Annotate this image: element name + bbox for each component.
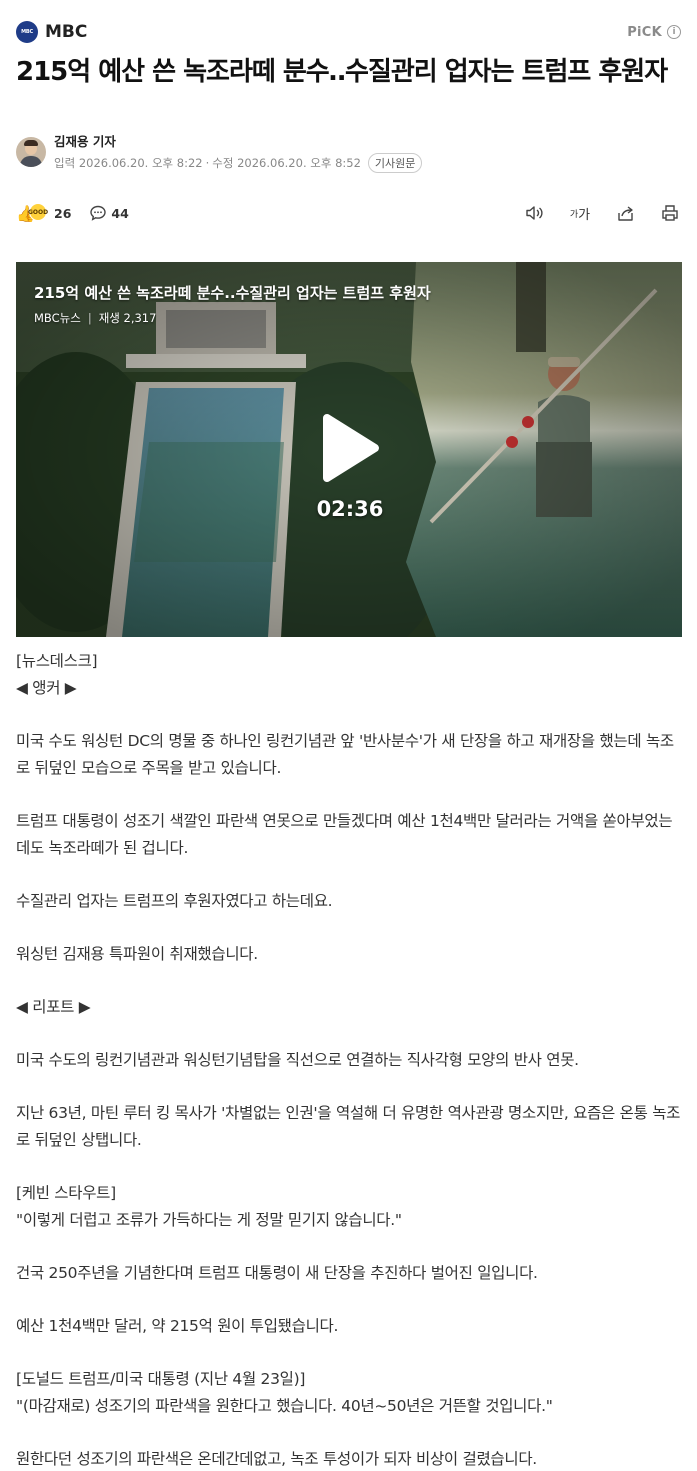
- font-large-label: 가: [578, 207, 591, 223]
- good-badge-icon: GOOD: [28, 203, 48, 221]
- published-date: 입력 2026.06.20. 오후 8:22: [54, 156, 203, 170]
- article-paragraph: 미국 수도 워싱턴 DC의 명물 중 하나인 링컨기념관 앞 '반사분수'가 새…: [16, 732, 674, 777]
- comment-icon: [90, 205, 107, 221]
- article-body: [뉴스데스크] ◀ 앵커 ▶ 미국 수도 워싱턴 DC의 명물 중 하나인 링컨…: [16, 648, 686, 1471]
- article-paragraph: 예산 1천4백만 달러, 약 215억 원이 투입됐습니다.: [16, 1317, 339, 1335]
- reaction-button[interactable]: 👍 GOOD 26: [16, 203, 71, 223]
- article-section-label: [뉴스데스크]: [16, 652, 98, 670]
- interview-label: [케빈 스타우트]: [16, 1184, 116, 1202]
- anchor-marker: ◀ 앵커 ▶: [16, 679, 77, 697]
- reaction-emoji-icon: 👍 GOOD: [16, 203, 48, 223]
- interview-quote: "(마감재로) 성조기의 파란색을 원한다고 했습니다. 40년~50년은 거뜬…: [16, 1397, 553, 1415]
- mbc-logo[interactable]: MBC: [16, 21, 38, 43]
- video-channel: MBC뉴스: [34, 311, 81, 325]
- font-small-label: 가: [569, 209, 579, 220]
- meta-divider: |: [87, 311, 92, 325]
- press-header: MBC MBC PiCK i: [16, 20, 681, 44]
- reporter-name[interactable]: 김재용 기자: [54, 131, 422, 150]
- article-paragraph: 워싱턴 김재용 특파원이 취재했습니다.: [16, 945, 258, 963]
- press-name[interactable]: MBC: [45, 22, 87, 42]
- article-toolbar: 👍 GOOD 26 44 가가: [16, 200, 681, 226]
- info-icon[interactable]: i: [667, 25, 681, 39]
- video-views: 재생 2,317: [98, 311, 157, 325]
- play-icon[interactable]: [319, 412, 381, 484]
- interview-quote: "이렇게 더럽고 조류가 가득하다는 게 정말 믿기지 않습니다.": [16, 1211, 402, 1229]
- comment-button[interactable]: 44: [89, 204, 129, 222]
- article-headline: 215억 예산 쓴 녹조라떼 분수‥수질관리 업자는 트럼프 후원자: [16, 57, 668, 87]
- share-icon[interactable]: [615, 202, 637, 224]
- comment-count: 44: [111, 205, 129, 221]
- reporter-avatar[interactable]: [16, 137, 46, 167]
- video-player[interactable]: 215억 예산 쓴 녹조라떼 분수..수질관리 업자는 트럼프 후원자 MBC뉴…: [16, 262, 682, 637]
- video-duration: 02:36: [316, 497, 384, 521]
- interview-label: [도널드 트럼프/미국 대통령 (지난 4월 23일)]: [16, 1370, 306, 1388]
- article-paragraph: 건국 250주년을 기념한다며 트럼프 대통령이 새 단장을 추진하다 벌어진 …: [16, 1264, 538, 1282]
- article-paragraph: 수질관리 업자는 트럼프의 후원자였다고 하는데요.: [16, 892, 333, 910]
- logo-text: MBC: [21, 29, 33, 35]
- byline: 김재용 기자 입력 2026.06.20. 오후 8:22 · 수정 2026.…: [16, 131, 423, 173]
- pick-badge[interactable]: PiCK i: [627, 25, 681, 40]
- reaction-count: 26: [54, 205, 72, 221]
- pick-label: PiCK: [627, 24, 662, 40]
- original-article-button[interactable]: 기사원문: [367, 153, 423, 173]
- report-marker: ◀ 리포트 ▶: [16, 998, 91, 1016]
- article-paragraph: 트럼프 대통령이 성조기 색깔인 파란색 연못으로 만들겠다며 예산 1천4백만…: [16, 812, 673, 857]
- article-paragraph: 지난 63년, 마틴 루터 킹 목사가 '차별없는 인권'을 역설해 더 유명한…: [16, 1104, 681, 1149]
- font-size-icon[interactable]: 가가: [567, 202, 593, 224]
- modified-date: 수정 2026.06.20. 오후 8:52: [212, 156, 361, 170]
- print-icon[interactable]: [659, 202, 681, 224]
- article-paragraph: 원한다던 성조기의 파란색은 온데간데없고, 녹조 투성이가 되자 비상이 걸렸…: [16, 1450, 537, 1468]
- video-meta: MBC뉴스 | 재생 2,317: [34, 310, 156, 326]
- date-separator: ·: [205, 156, 210, 170]
- article-paragraph: 미국 수도의 링컨기념관과 워싱턴기념탑을 직선으로 연결하는 직사각형 모양의…: [16, 1051, 579, 1069]
- speaker-icon[interactable]: [523, 202, 545, 224]
- video-title: 215억 예산 쓴 녹조라떼 분수..수질관리 업자는 트럼프 후원자: [34, 284, 431, 302]
